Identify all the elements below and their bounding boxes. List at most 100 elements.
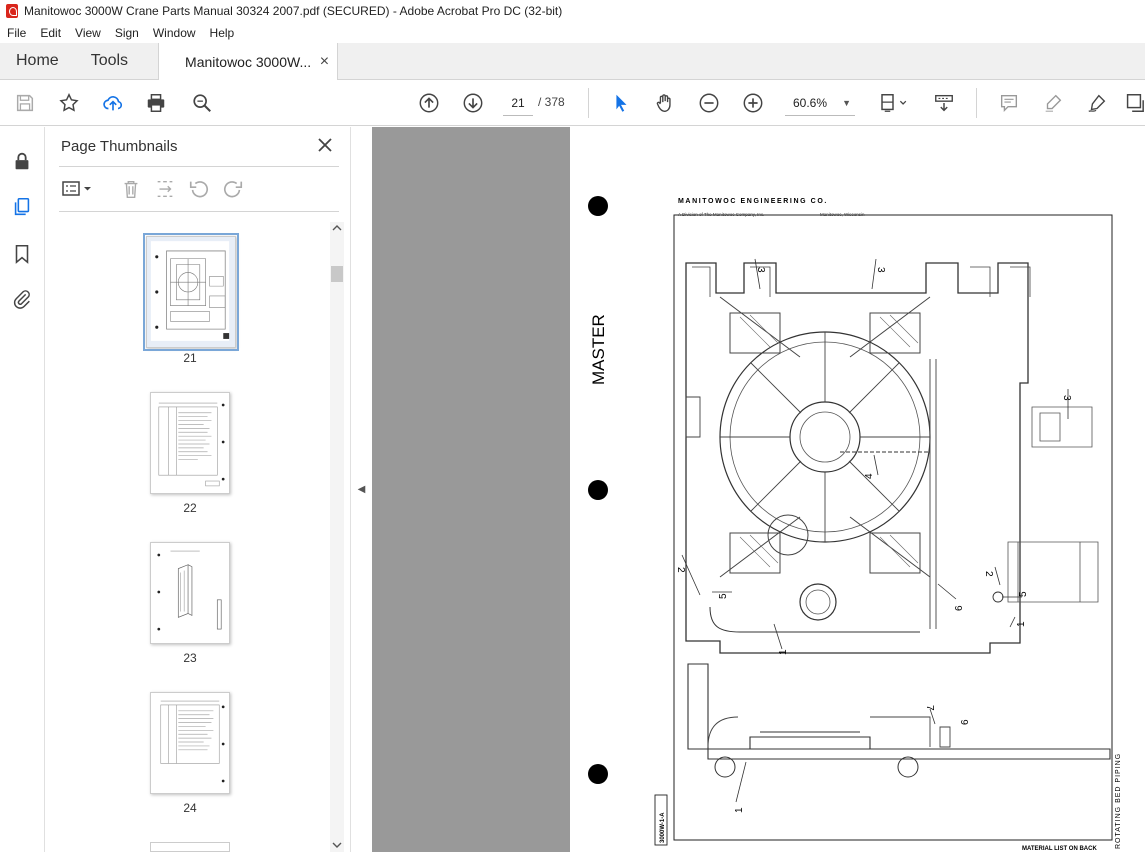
zoom-level-value: 60.6% (793, 95, 828, 110)
panel-collapse-handle[interactable]: ◀ (350, 127, 372, 852)
total-pages: / 378 (538, 95, 565, 109)
next-page-button[interactable] (461, 91, 485, 115)
thumbnail-scrollbar[interactable] (330, 222, 344, 852)
delete-pages-button[interactable] (119, 178, 143, 200)
extract-page-icon (157, 180, 173, 198)
menu-help[interactable]: Help (203, 26, 242, 40)
tab-tools[interactable]: Tools (75, 43, 144, 79)
menu-view[interactable]: View (68, 26, 108, 40)
pdf-page: MANITOWOC ENGINEERING CO. A Division of … (570, 127, 1145, 852)
callout-4: 4 (864, 473, 875, 479)
page-thumbnail-24[interactable] (150, 692, 230, 794)
crane-parts-drawing: MANITOWOC ENGINEERING CO. A Division of … (588, 196, 1122, 852)
left-nav-rail (0, 127, 45, 852)
upload-cloud-button[interactable] (101, 91, 125, 115)
printer-icon (147, 94, 165, 112)
page-thumbnails-icon[interactable] (10, 195, 34, 219)
rotate-clockwise-button[interactable] (221, 178, 245, 200)
callout-1d: 1 (701, 567, 712, 573)
rotate-counterclockwise-button[interactable] (187, 178, 211, 200)
zoom-in-button[interactable] (741, 91, 765, 115)
cursor-arrow-icon (616, 94, 627, 112)
rotate-left-icon (189, 181, 208, 198)
toolbar-divider-2 (976, 88, 977, 118)
page-thumbnail-25[interactable] (150, 842, 230, 852)
bookmark-star-button[interactable] (57, 91, 81, 115)
company-header: MANITOWOC ENGINEERING CO. (678, 198, 828, 205)
zoom-search-icon (193, 94, 211, 112)
page-fit-button[interactable] (876, 91, 910, 115)
callout-3a: 3 (755, 267, 766, 273)
page-thumbnail-22[interactable] (150, 392, 230, 494)
hand-tool-button[interactable] (653, 91, 677, 115)
close-panel-button[interactable] (316, 136, 334, 154)
highlight-button[interactable] (1041, 91, 1065, 115)
acrobat-app-icon (6, 4, 18, 18)
export-tools-icon (1126, 94, 1144, 112)
thumbnail-label-21: 21 (183, 351, 197, 365)
thumbnail-preview (157, 550, 222, 631)
menu-window[interactable]: Window (146, 26, 203, 40)
title-bar: Manitowoc 3000W Crane Parts Manual 30324… (0, 0, 1145, 22)
chevron-down-icon: ▼ (842, 97, 851, 108)
thumbnail-options-button[interactable] (59, 178, 95, 200)
callout-1a: 1 (1016, 621, 1027, 627)
callout-6a: 6 (954, 605, 965, 611)
main-toolbar (0, 80, 1145, 126)
callout-7: 7 (924, 705, 935, 711)
previous-page-button[interactable] (417, 91, 441, 115)
panel-divider-2 (59, 211, 339, 212)
document-tab-label: Manitowoc 3000W... (185, 53, 312, 70)
cloud-upload-icon (103, 96, 123, 111)
scroll-mode-icon (935, 94, 953, 112)
lock-icon[interactable] (10, 149, 34, 173)
page-thumbnail-21[interactable] (143, 233, 239, 351)
menu-edit[interactable]: Edit (33, 26, 68, 40)
bookmark-icon[interactable] (10, 242, 34, 266)
find-button[interactable] (190, 91, 214, 115)
fit-page-icon (881, 94, 907, 112)
extract-pages-button[interactable] (153, 178, 177, 200)
trash-icon (124, 180, 138, 198)
drawing-number: 3000W-1-A (660, 812, 666, 843)
attachment-paperclip-icon[interactable] (10, 287, 34, 311)
scroll-mode-button[interactable] (932, 91, 956, 115)
panel-divider (59, 166, 339, 167)
fountain-pen-sign-icon (1088, 94, 1106, 112)
zoom-level-dropdown[interactable]: 60.6% ▼ (785, 90, 855, 116)
drawing-title: ROTATING BED PIPING (1115, 753, 1122, 849)
tab-home[interactable]: Home (0, 43, 75, 79)
comment-button[interactable] (997, 91, 1021, 115)
callout-2b: 2 (983, 571, 994, 577)
menu-file[interactable]: File (0, 26, 33, 40)
menu-bar: File Edit View Sign Window Help (0, 22, 1145, 43)
division-line: A Division of The Manitowoc Company, Inc… (678, 212, 764, 217)
arrow-up-circle-icon (419, 93, 439, 113)
zoom-out-button[interactable] (697, 91, 721, 115)
thumbnail-label-24: 24 (183, 801, 197, 815)
comment-icon (1000, 94, 1018, 112)
callout-1b: 1 (778, 649, 789, 655)
location-line: Manitowoc, Wisconsin (820, 212, 865, 217)
fill-sign-button[interactable] (1085, 91, 1109, 115)
more-tools-button[interactable] (1124, 91, 1144, 115)
select-tool-button[interactable] (609, 91, 633, 115)
close-icon (318, 138, 332, 152)
save-icon (16, 94, 34, 112)
thumbnail-preview (158, 402, 225, 487)
minus-circle-icon (699, 93, 719, 113)
menu-sign[interactable]: Sign (108, 26, 146, 40)
rotate-right-icon (224, 181, 243, 198)
save-button[interactable] (13, 91, 37, 115)
page-thumbnails-panel: Page Thumbnails 21 22 23 24 (45, 127, 350, 852)
material-list-note: MATERIAL LIST ON BACK (1022, 846, 1097, 852)
tab-document[interactable]: Manitowoc 3000W... × (158, 43, 339, 80)
callout-5a: 5 (718, 593, 729, 599)
callout-3c: 3 (1061, 395, 1072, 401)
current-page-input[interactable]: 21 (503, 90, 533, 116)
page-thumbnail-23[interactable] (150, 542, 230, 644)
master-stamp: MASTER (589, 314, 608, 385)
print-button[interactable] (144, 91, 168, 115)
document-viewport[interactable]: MANITOWOC ENGINEERING CO. A Division of … (372, 127, 1145, 852)
close-tab-button[interactable]: × (320, 53, 329, 71)
